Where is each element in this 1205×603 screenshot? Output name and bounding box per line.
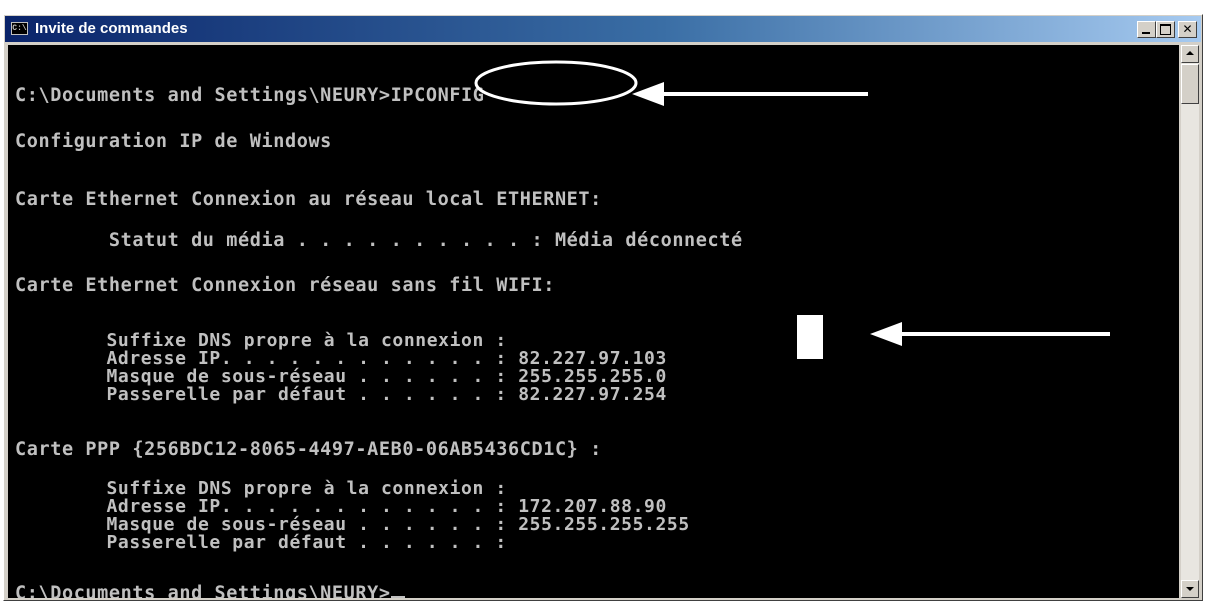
adapter-ethernet-header: Carte Ethernet Connexion au réseau local… [15, 189, 602, 210]
ppp-gateway: Passerelle par défaut . . . . . . : [15, 532, 507, 553]
vertical-scrollbar[interactable] [1181, 45, 1199, 598]
ppp-dns-suffix: Suffixe DNS propre à la connexion : [15, 478, 507, 499]
maximize-button[interactable] [1156, 21, 1175, 38]
ppp-subnet-mask: Masque de sous-réseau . . . . . . : 255.… [15, 514, 690, 535]
final-prompt-line: C:\Documents and Settings\NEURY> [15, 583, 405, 598]
wifi-gateway: Passerelle par défaut . . . . . . : 82.2… [15, 384, 667, 405]
ppp-ip-address: Adresse IP. . . . . . . . . . . . : 172.… [15, 496, 667, 517]
command-line: C:\Documents and Settings\NEURY>IPCONFIG [15, 85, 485, 106]
wifi-ip-address: Adresse IP. . . . . . . . . . . . : 82.2… [15, 348, 667, 369]
scroll-up-button[interactable] [1181, 45, 1199, 63]
window-title: Invite de commandes [35, 20, 188, 37]
arrow-up-icon [1186, 51, 1194, 55]
close-button[interactable]: ✕ [1178, 21, 1197, 38]
config-title: Configuration IP de Windows [15, 131, 332, 152]
console-icon[interactable]: C:\ [11, 22, 28, 35]
close-icon: ✕ [1182, 22, 1193, 36]
ethernet-media-status: Statut du média . . . . . . . . . . : Mé… [15, 230, 743, 251]
scroll-down-button[interactable] [1181, 580, 1199, 598]
final-prompt: C:\Documents and Settings\NEURY> [15, 583, 391, 598]
scroll-thumb[interactable] [1181, 64, 1199, 104]
typed-command: IPCONFIG [390, 85, 485, 106]
text-cursor [390, 596, 405, 598]
wifi-subnet-mask: Masque de sous-réseau . . . . . . : 255.… [15, 366, 667, 387]
minimize-icon [1142, 32, 1150, 34]
title-bar[interactable]: C:\ Invite de commandes ✕ [5, 16, 1201, 42]
console-output[interactable]: C:\Documents and Settings\NEURY>IPCONFIG… [8, 45, 1179, 598]
adapter-ppp-header: Carte PPP {256BDC12-8065-4497-AEB0-06AB5… [15, 439, 602, 460]
prompt-path: C:\Documents and Settings\NEURY> [15, 85, 391, 106]
arrow-down-icon [1186, 587, 1194, 591]
ip-redaction-block [797, 315, 823, 359]
wifi-dns-suffix: Suffixe DNS propre à la connexion : [15, 330, 507, 351]
maximize-icon [1160, 24, 1171, 35]
adapter-wifi-header: Carte Ethernet Connexion réseau sans fil… [15, 275, 555, 296]
minimize-button[interactable] [1137, 21, 1156, 38]
command-prompt-window: C:\ Invite de commandes ✕ C:\Documents a… [3, 14, 1203, 601]
